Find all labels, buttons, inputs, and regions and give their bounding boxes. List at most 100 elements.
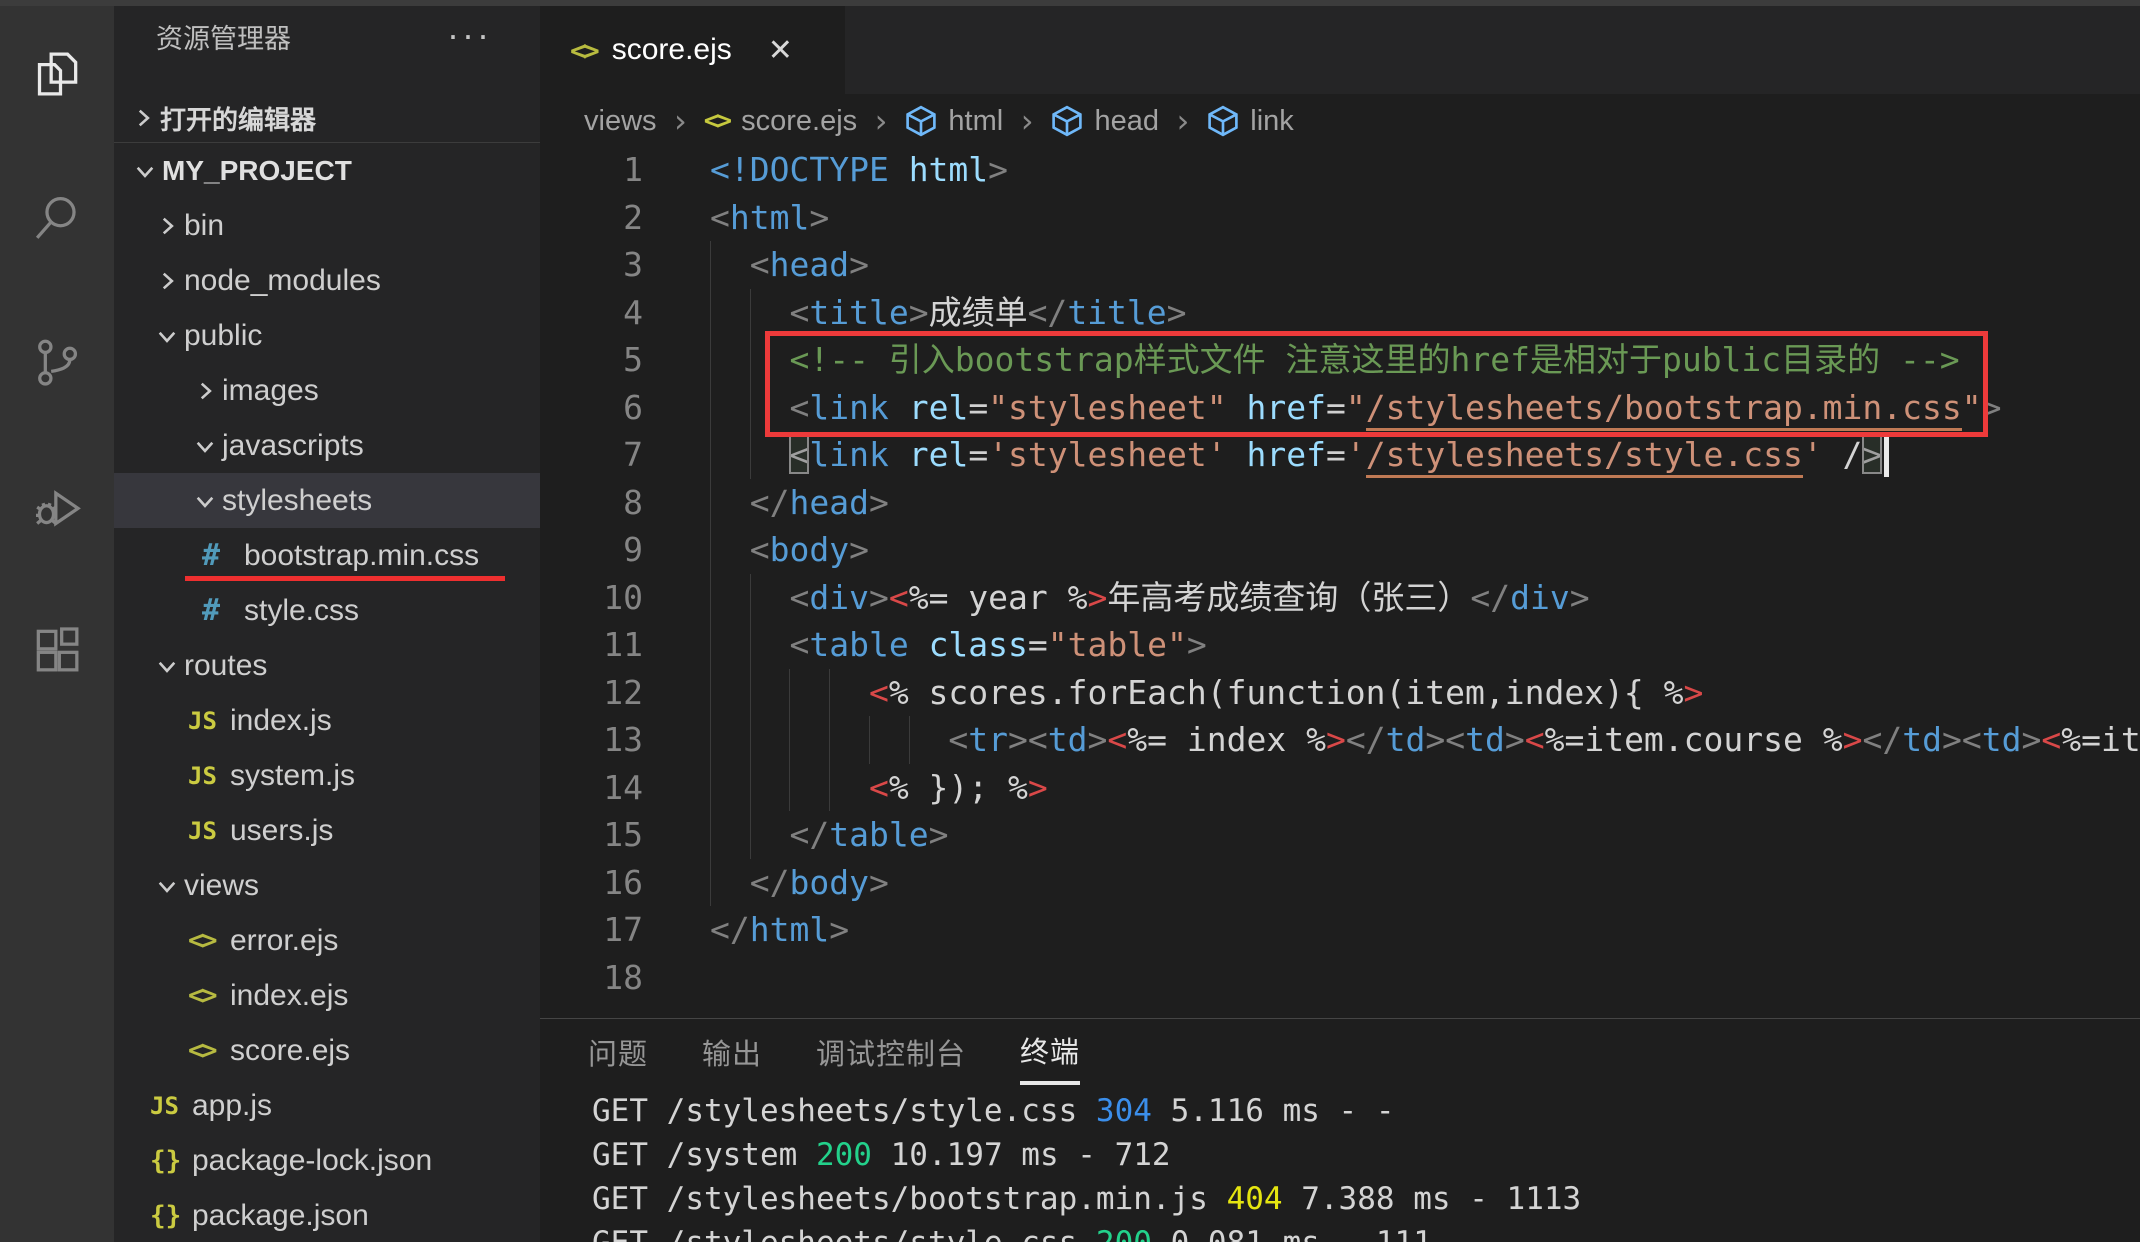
tab-score-ejs[interactable]: <> score.ejs ✕ [540,6,845,94]
code-line-10[interactable]: 10 <div><%= year %>年高考成绩查询（张三）</div> [540,573,2140,621]
code-line-5[interactable]: 5 <!-- 引入bootstrap样式文件 注意这里的href是相对于publi… [540,336,2140,384]
indent-guides [710,668,869,716]
terminal-output[interactable]: GET /stylesheets/style.css 304 5.116 ms … [540,1085,2140,1242]
chevron-down-icon [150,323,184,349]
editor-tab-bar: <> score.ejs ✕ [540,6,2140,94]
chevron-right-icon [126,105,160,131]
tree-item-error.ejs[interactable]: <> error.ejs [114,913,540,968]
line-content: <div><%= year %>年高考成绩查询（张三）</div> [710,573,1590,621]
tree-item-bootstrap.min.css[interactable]: # bootstrap.min.css [114,528,540,583]
tab-label: score.ejs [611,33,732,66]
breadcrumb-separator-icon: › [871,102,891,140]
tree-item-index.js[interactable]: JS index.js [114,693,540,748]
line-number: 16 [603,862,643,902]
code-line-14[interactable]: 14 <% }); %> [540,763,2140,811]
tree-item-package.json[interactable]: {} package.json [114,1188,540,1242]
ejs-file-icon: <> [188,925,218,956]
project-name-label: MY_PROJECT [162,154,352,186]
panel-tab-bar: 问题 输出 调试控制台 终端 [540,1019,2140,1085]
breadcrumb-item-head[interactable]: head [1050,104,1159,138]
explorer-icon[interactable] [0,14,114,134]
tree-item-javascripts[interactable]: javascripts [114,418,540,473]
panel-tab-调试控制台[interactable]: 调试控制台 [816,1019,966,1085]
more-actions-icon[interactable]: ··· [447,6,492,64]
code-line-1[interactable]: 1 <!DOCTYPE html> [540,146,2140,194]
code-line-13[interactable]: 13 <tr><td><%= index %></td><td><%=item.c… [540,716,2140,764]
code-line-3[interactable]: 3 <head> [540,241,2140,289]
tree-item-node_modules[interactable]: node_modules [114,253,540,308]
bottom-panel: 问题 输出 调试控制台 终端 GET /stylesheets/style.css 3… [540,1018,2140,1242]
search-icon[interactable] [0,158,114,278]
indent-guides [710,858,750,906]
code-line-9[interactable]: 9 <body> [540,526,2140,574]
code-line-2[interactable]: 2 <html> [540,194,2140,242]
symbol-cube-icon [904,104,938,138]
chevron-right-icon [150,213,184,239]
js-file-icon: JS [188,761,217,790]
code-line-16[interactable]: 16 </body> [540,858,2140,906]
breadcrumb-item-link[interactable]: link [1206,104,1294,138]
line-content: <% }); %> [710,763,1048,811]
tree-item-label: images [222,373,319,407]
run-debug-icon[interactable] [0,446,114,566]
code-line-4[interactable]: 4 <title>成绩单</title> [540,288,2140,336]
line-number: 15 [603,815,643,854]
terminal-line: GET /stylesheets/style.css 200 0.081 ms … [592,1221,2140,1242]
tree-item-label: node_modules [184,263,381,297]
tree-item-images[interactable]: images [114,363,540,418]
line-number: 1 [623,150,643,189]
indent-guides [710,288,789,336]
extensions-icon[interactable] [0,590,114,710]
indent-guides [710,383,789,431]
tree-item-index.ejs[interactable]: <> index.ejs [114,968,540,1023]
breadcrumb-separator-icon: › [1017,102,1037,140]
tree-item-system.js[interactable]: JS system.js [114,748,540,803]
open-editors-section[interactable]: 打开的编辑器 [114,94,540,143]
breadcrumb-item-score.ejs[interactable]: <> score.ejs [704,105,857,138]
breadcrumb-item-html[interactable]: html [904,104,1003,138]
panel-tab-输出[interactable]: 输出 [702,1019,762,1085]
tree-item-routes[interactable]: routes [114,638,540,693]
code-line-7[interactable]: 7 <link rel='stylesheet' href='/styleshee… [540,431,2140,479]
indent-guides [710,716,948,764]
tree-item-label: bootstrap.min.css [244,538,480,572]
css-file-icon: # [202,593,221,628]
line-content: <link rel='stylesheet' href='/stylesheet… [710,431,1890,479]
panel-tab-问题[interactable]: 问题 [588,1019,648,1085]
tree-item-score.ejs[interactable]: <> score.ejs [114,1023,540,1078]
explorer-title: 资源管理器 [156,24,291,54]
chevron-right-icon [188,378,222,404]
tree-item-public[interactable]: public [114,308,540,363]
close-icon[interactable]: ✕ [768,33,793,68]
chevron-down-icon [150,653,184,679]
code-line-11[interactable]: 11 <table class="table"> [540,621,2140,669]
code-line-6[interactable]: 6 <link rel="stylesheet" href="/styleshee… [540,383,2140,431]
line-content: </head> [710,478,889,526]
activity-bar [0,6,114,1242]
code-line-12[interactable]: 12 <% scores.forEach(function(item,index)… [540,668,2140,716]
code-line-18[interactable]: 18 [540,954,2140,1002]
code-line-15[interactable]: 15 </table> [540,811,2140,859]
line-number: 13 [603,720,643,759]
source-control-icon[interactable] [0,302,114,422]
line-content: <head> [710,241,869,289]
code-line-8[interactable]: 8 </head> [540,478,2140,526]
breadcrumb-item-views[interactable]: views [584,105,657,138]
tree-item-app.js[interactable]: JS app.js [114,1078,540,1133]
tree-item-users.js[interactable]: JS users.js [114,803,540,858]
breadcrumb-label: head [1094,104,1159,137]
line-number: 9 [623,530,643,569]
css-file-icon: # [202,538,221,573]
line-content: <table class="table"> [710,621,1207,669]
project-section-header[interactable]: MY_PROJECT [114,143,540,198]
tree-item-package-lock.json[interactable]: {} package-lock.json [114,1133,540,1188]
indent-guides [710,573,789,621]
tree-item-views[interactable]: views [114,858,540,913]
panel-tab-终端[interactable]: 终端 [1020,1019,1081,1085]
code-editor[interactable]: 1 <!DOCTYPE html> 2 <html> 3 <head> 4 <title>成绩… [540,146,2140,1016]
tree-item-style.css[interactable]: # style.css [114,583,540,638]
code-line-17[interactable]: 17 </html> [540,906,2140,954]
tree-item-stylesheets[interactable]: stylesheets [114,473,540,528]
indent-guides [710,621,789,669]
tree-item-bin[interactable]: bin [114,198,540,253]
